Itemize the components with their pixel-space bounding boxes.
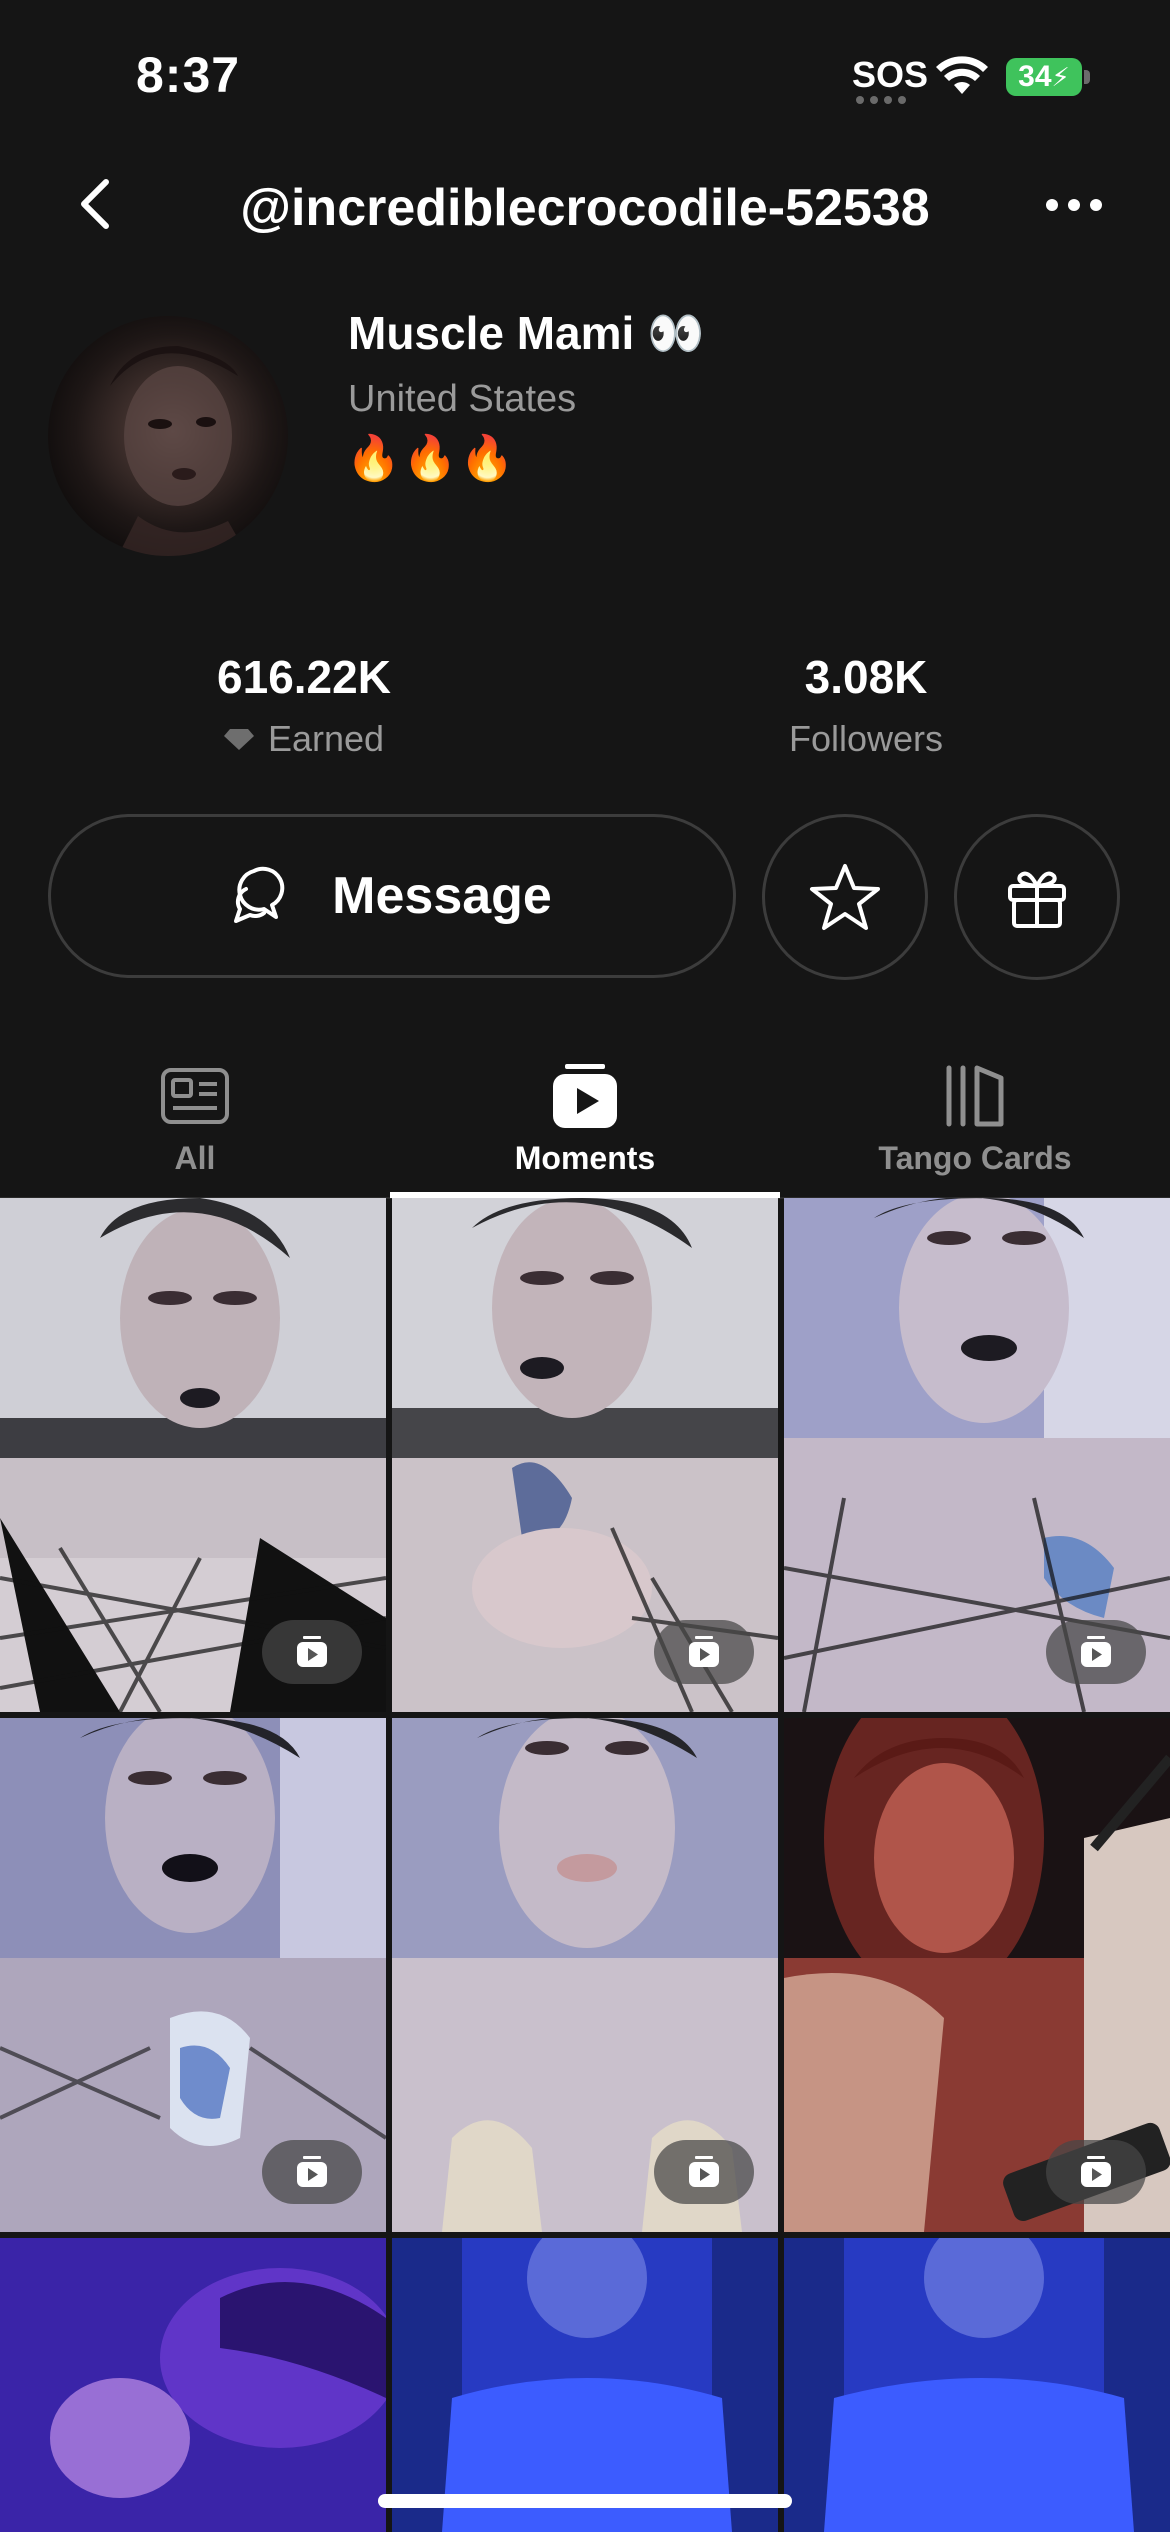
earned-label: Earned <box>267 718 385 759</box>
battery-icon: 34 ⚡ <box>1006 58 1082 96</box>
followers-stat[interactable]: 3.08K Followers <box>666 650 1066 760</box>
gift-button[interactable] <box>954 814 1120 980</box>
tab-moments-label: Moments <box>514 1140 656 1176</box>
moment-badge <box>262 2140 362 2204</box>
more-options-button[interactable] <box>1044 190 1104 220</box>
battery-level: 34 <box>1018 60 1052 93</box>
tab-all[interactable]: All <box>0 1040 390 1196</box>
avatar[interactable] <box>48 316 288 556</box>
tab-tango-cards-label: Tango Cards <box>878 1140 1072 1176</box>
content-tabs: All Moments Tango Cards <box>0 1040 1170 1196</box>
battery-tip <box>1084 70 1090 84</box>
profile-bio: 🔥🔥🔥 <box>346 434 517 483</box>
followers-label: Followers <box>788 718 944 759</box>
moment-badge <box>1046 1620 1146 1684</box>
status-time: 8:37 <box>136 47 241 103</box>
moment-badge <box>654 2140 754 2204</box>
moment-tile[interactable] <box>0 1718 386 2232</box>
earned-value: 616.22K <box>217 651 391 703</box>
message-button[interactable]: Message <box>48 814 736 978</box>
message-label: Message <box>332 867 552 925</box>
moment-video-icon <box>1081 2156 1111 2187</box>
play-box-icon <box>553 1064 617 1128</box>
moment-tile[interactable] <box>392 2238 778 2532</box>
display-name: Muscle Mami 👀 <box>348 307 705 359</box>
moment-video-icon <box>297 2156 327 2187</box>
gift-icon <box>1008 871 1066 928</box>
home-indicator[interactable] <box>378 2494 792 2508</box>
moment-video-icon <box>297 1636 327 1667</box>
moment-video-icon <box>1081 1636 1111 1667</box>
profile-card-icon <box>161 1068 229 1124</box>
moment-thumbnail <box>784 2238 1170 2532</box>
moment-thumbnail <box>392 2238 778 2532</box>
moment-tile[interactable] <box>392 1198 778 1712</box>
moment-video-icon <box>689 1636 719 1667</box>
moment-tile[interactable] <box>392 1718 778 2232</box>
moment-tile[interactable] <box>784 1198 1170 1712</box>
profile-handle: @incrediblecrocodile-52538 <box>240 179 930 237</box>
followers-value: 3.08K <box>804 651 928 703</box>
earned-stat: 616.22K Earned <box>104 650 504 760</box>
status-bar: 8:37 SOS 34 ⚡ <box>0 0 1170 150</box>
moment-video-icon <box>689 2156 719 2187</box>
moment-tile[interactable] <box>0 1198 386 1712</box>
tab-all-label: All <box>174 1140 216 1176</box>
star-icon <box>810 864 880 930</box>
wifi-icon <box>936 56 988 94</box>
sos-indicator: SOS <box>852 54 929 95</box>
signal-dots-icon <box>856 96 908 104</box>
chat-icon <box>234 866 285 923</box>
moment-badge <box>1046 2140 1146 2204</box>
moment-thumbnail <box>0 2238 386 2532</box>
moment-badge <box>654 1620 754 1684</box>
moment-tile[interactable] <box>784 1718 1170 2232</box>
profile-location: United States <box>348 378 577 420</box>
moment-tile[interactable] <box>784 2238 1170 2532</box>
moment-badge <box>262 1620 362 1684</box>
diamond-icon <box>223 729 254 750</box>
moment-tile[interactable] <box>0 2238 386 2532</box>
favorite-button[interactable] <box>762 814 928 980</box>
moments-grid <box>0 1198 1170 2532</box>
cards-icon <box>946 1065 1004 1127</box>
tab-tango-cards[interactable]: Tango Cards <box>780 1040 1170 1196</box>
tab-moments[interactable]: Moments <box>390 1040 780 1196</box>
